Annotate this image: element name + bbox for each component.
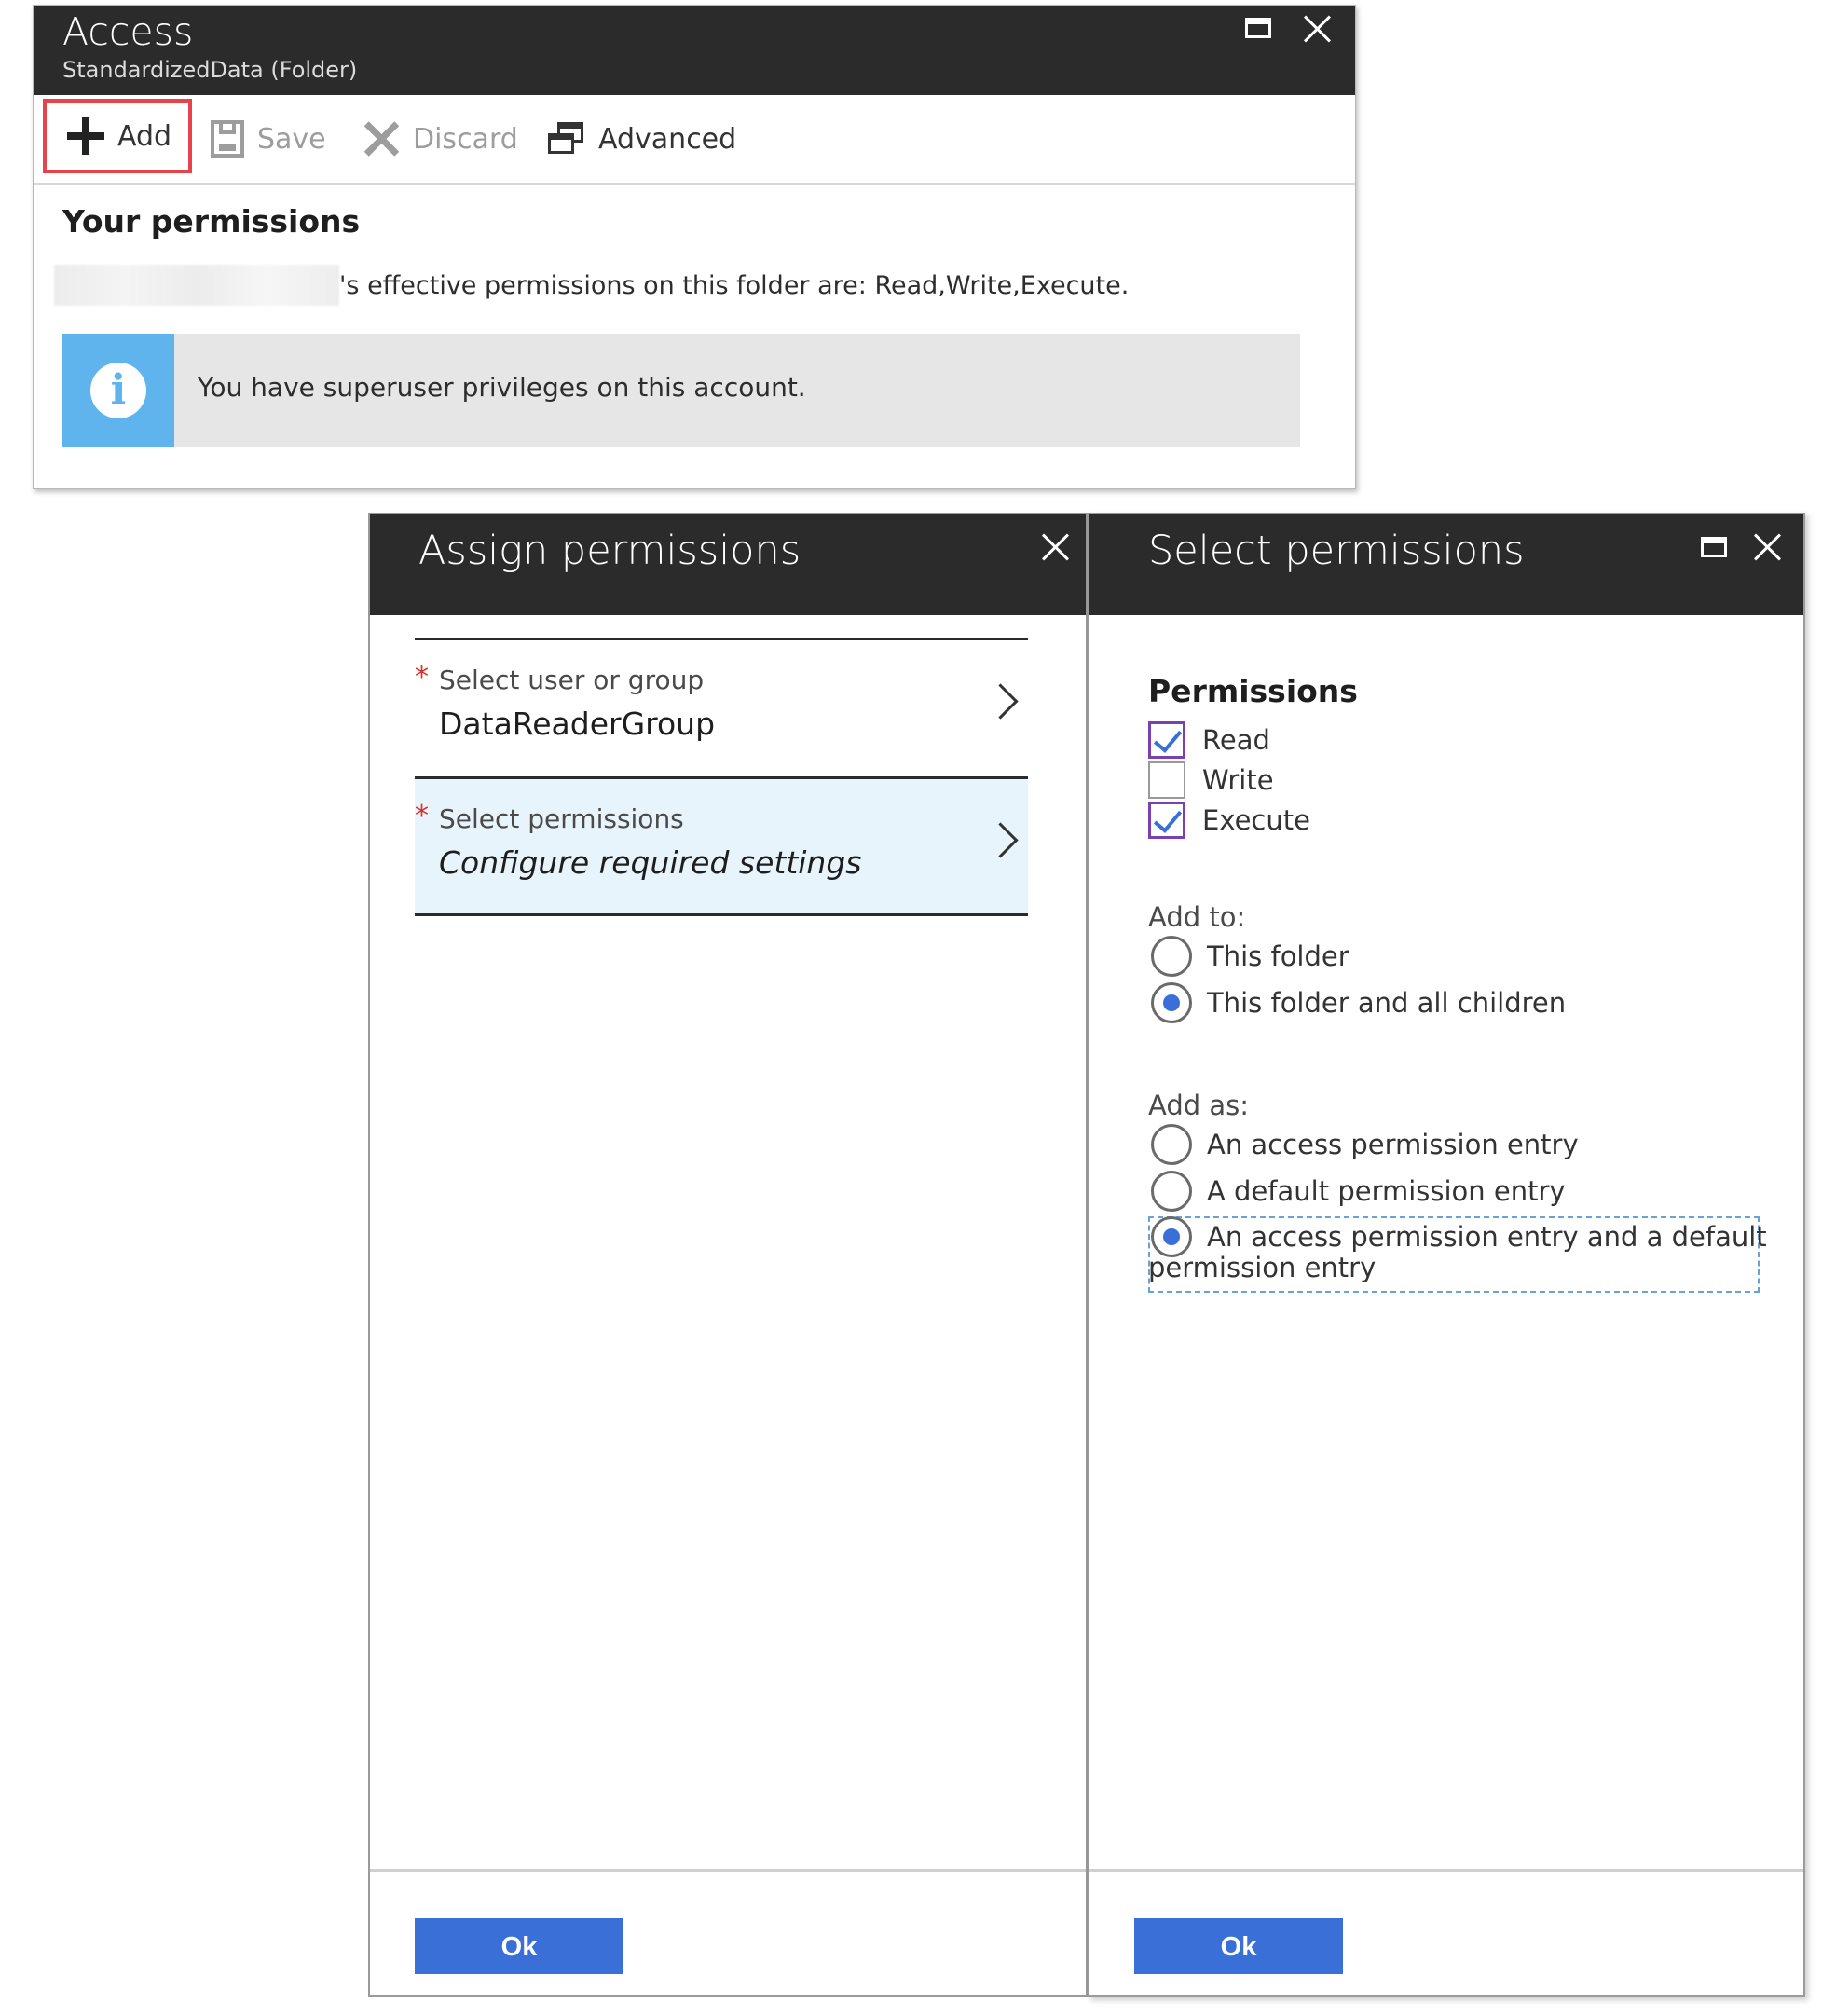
effective-permissions-line: 's effective permissions on this folder … xyxy=(54,265,1129,306)
assign-footer: Ok xyxy=(370,1869,1088,1995)
add-button[interactable]: Add xyxy=(43,99,193,173)
advanced-button[interactable]: Advanced xyxy=(548,95,736,183)
assign-header: Assign permissions xyxy=(370,514,1088,615)
radio-label: This folder xyxy=(1207,940,1349,972)
radio-label-continuation: permission entry xyxy=(1148,1252,1377,1283)
add-to-folder-and-children[interactable]: This folder and all children xyxy=(1151,981,1566,1024)
permissions-heading: Permissions xyxy=(1148,673,1358,709)
radio-button[interactable] xyxy=(1151,982,1192,1023)
add-as-access-entry[interactable]: An access permission entry xyxy=(1151,1123,1579,1166)
access-blade: Access StandardizedData (Folder) Add Sav… xyxy=(33,5,1356,489)
discard-button[interactable]: Discard xyxy=(363,95,518,183)
assign-title: Assign permissions xyxy=(418,528,801,574)
chevron-right-icon xyxy=(982,683,1019,720)
field-value: DataReaderGroup xyxy=(439,706,716,742)
plus-icon xyxy=(67,117,104,155)
close-icon[interactable] xyxy=(1301,13,1333,45)
required-asterisk: * xyxy=(415,661,429,693)
discard-button-label: Discard xyxy=(413,122,518,156)
execute-checkbox[interactable] xyxy=(1148,802,1185,839)
chevron-right-icon xyxy=(982,822,1019,858)
write-checkbox[interactable] xyxy=(1148,761,1185,799)
add-button-label: Add xyxy=(117,119,172,153)
your-permissions-title: Your permissions xyxy=(62,203,361,240)
info-banner-text: You have superuser privileges on this ac… xyxy=(198,372,806,403)
add-as-label: Add as: xyxy=(1148,1090,1250,1121)
select-header: Select permissions xyxy=(1089,514,1803,615)
advanced-button-label: Advanced xyxy=(598,122,737,156)
save-icon xyxy=(211,120,244,158)
select-user-or-group-field[interactable]: * Select user or group DataReaderGroup xyxy=(415,638,1028,775)
redacted-user-name xyxy=(54,265,339,306)
advanced-icon xyxy=(548,120,585,158)
effective-permissions-text: 's effective permissions on this folder … xyxy=(339,270,1130,300)
close-icon[interactable] xyxy=(1751,531,1783,563)
field-value: Configure required settings xyxy=(439,844,862,881)
info-icon-box: i xyxy=(62,334,174,447)
assign-permissions-blade: Assign permissions * Select user or grou… xyxy=(368,513,1088,1997)
radio-button[interactable] xyxy=(1151,936,1192,977)
save-button-label: Save xyxy=(257,122,326,156)
field-label: Select permissions xyxy=(439,803,684,834)
close-icon[interactable] xyxy=(1039,531,1071,563)
radio-label: This folder and all children xyxy=(1207,987,1567,1019)
ok-button[interactable]: Ok xyxy=(1134,1918,1343,1974)
info-banner: i You have superuser privileges on this … xyxy=(62,334,1300,447)
select-permissions-field[interactable]: * Select permissions Configure required … xyxy=(415,776,1028,916)
access-title: Access xyxy=(62,9,194,54)
field-label: Select user or group xyxy=(439,665,705,695)
maximize-icon[interactable] xyxy=(1245,18,1271,38)
add-to-this-folder[interactable]: This folder xyxy=(1151,935,1349,978)
save-button[interactable]: Save xyxy=(211,95,326,183)
access-toolbar: Add Save Discard Advanced xyxy=(34,95,1355,185)
add-to-label: Add to: xyxy=(1148,901,1246,933)
add-as-default-entry[interactable]: A default permission entry xyxy=(1151,1170,1566,1213)
checkbox-label: Write xyxy=(1202,764,1274,796)
access-header: Access StandardizedData (Folder) xyxy=(34,6,1355,95)
info-icon: i xyxy=(90,363,146,418)
radio-label: A default permission entry xyxy=(1207,1175,1566,1207)
select-title: Select permissions xyxy=(1148,528,1525,574)
checkbox-label: Read xyxy=(1202,724,1270,756)
read-checkbox-row[interactable]: Read xyxy=(1148,721,1270,759)
discard-icon xyxy=(363,120,400,158)
checkbox-label: Execute xyxy=(1202,804,1310,836)
read-checkbox[interactable] xyxy=(1148,721,1185,759)
maximize-icon[interactable] xyxy=(1701,537,1727,557)
access-subtitle: StandardizedData (Folder) xyxy=(62,57,358,83)
write-checkbox-row[interactable]: Write xyxy=(1148,761,1274,799)
radio-label: An access permission entry xyxy=(1207,1129,1579,1160)
select-footer: Ok xyxy=(1089,1869,1803,1995)
radio-label: An access permission entry and a default xyxy=(1207,1221,1767,1253)
execute-checkbox-row[interactable]: Execute xyxy=(1148,802,1310,839)
required-asterisk: * xyxy=(415,800,429,832)
select-permissions-blade: Select permissions Permissions Read Writ… xyxy=(1088,513,1805,1997)
ok-button[interactable]: Ok xyxy=(415,1918,623,1974)
radio-button[interactable] xyxy=(1151,1124,1192,1165)
radio-button[interactable] xyxy=(1151,1171,1192,1212)
